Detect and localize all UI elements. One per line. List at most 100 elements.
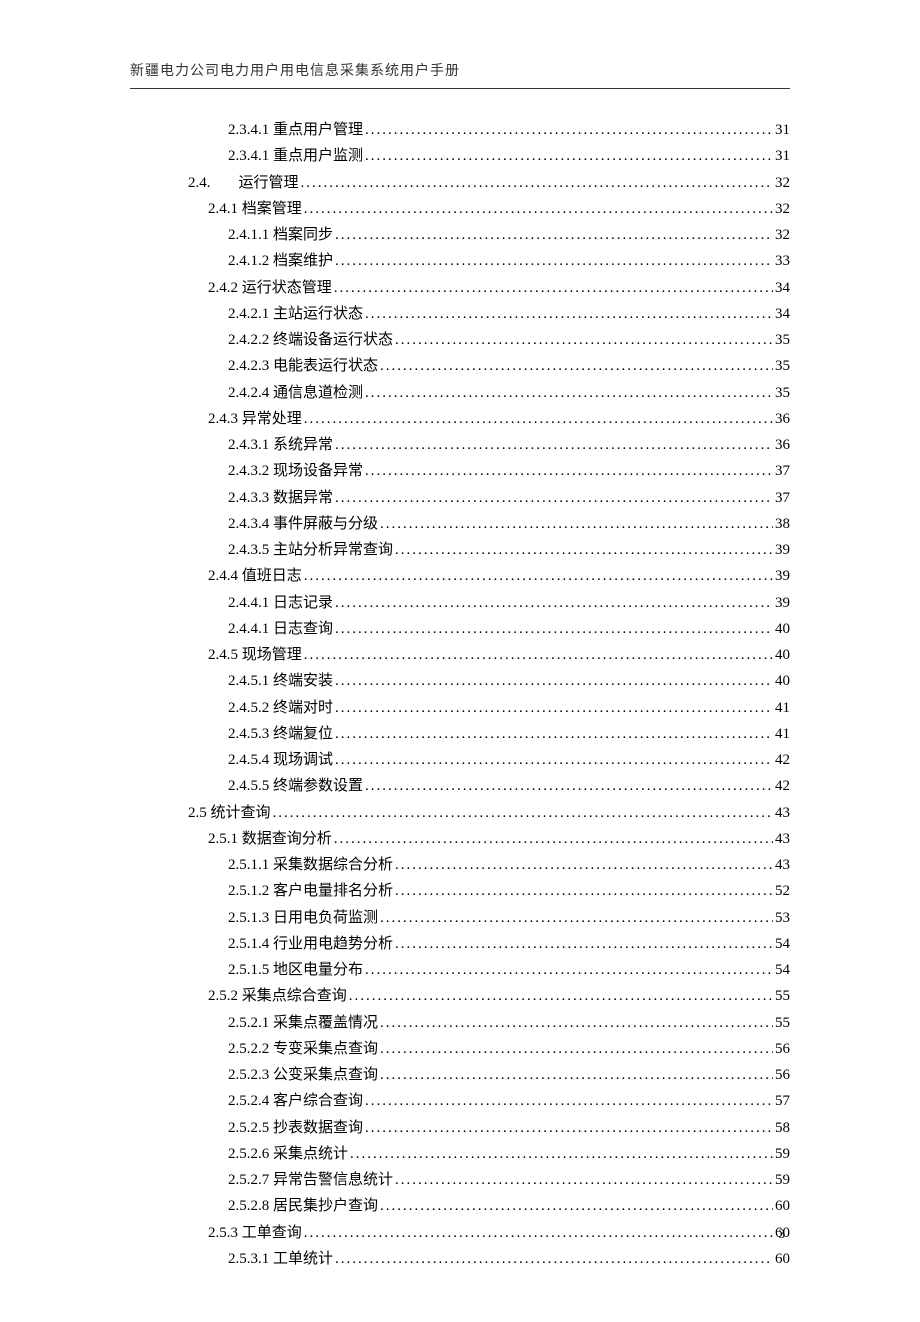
toc-label: 2.4.5.1 终端安装 — [228, 668, 333, 694]
toc-leader-dots — [335, 432, 773, 458]
toc-page-ref: 40 — [775, 668, 790, 694]
toc-entry: 2.5.1 数据查询分析 43 — [130, 826, 790, 852]
toc-label: 2.5.1.4 行业用电趋势分析 — [228, 931, 393, 957]
toc-page-ref: 57 — [775, 1088, 790, 1114]
toc-label: 2.5.2.2 专变采集点查询 — [228, 1036, 378, 1062]
toc-entry: 2.4.3.3 数据异常37 — [130, 485, 790, 511]
toc-label: 2.4.2.3 电能表运行状态 — [228, 353, 378, 379]
toc-leader-dots — [395, 327, 773, 353]
toc-leader-dots — [380, 1062, 773, 1088]
toc-entry: 2.4.5.2 终端对时 41 — [130, 695, 790, 721]
toc-entry: 2.4.5.4 现场调试42 — [130, 747, 790, 773]
toc-entry: 2.4.2.2 终端设备运行状态35 — [130, 327, 790, 353]
toc-page-ref: 43 — [775, 800, 790, 826]
toc-label: 2.5.1.5 地区电量分布 — [228, 957, 363, 983]
toc-page-ref: 39 — [775, 537, 790, 563]
page-number: 3 — [779, 1226, 786, 1242]
toc-label: 2.4.3.4 事件屏蔽与分级 — [228, 511, 378, 537]
toc-label: 2.4.2.1 主站运行状态 — [228, 301, 363, 327]
toc-leader-dots — [380, 1193, 773, 1219]
toc-label: 2.4.3.1 系统异常 — [228, 432, 333, 458]
toc-leader-dots — [334, 826, 773, 852]
toc-page-ref: 34 — [775, 275, 790, 301]
toc-label: 2.4.5 现场管理 — [208, 642, 302, 668]
toc-entry: 2.5.1.5 地区电量分布 54 — [130, 957, 790, 983]
toc-entry: 2.5.2.6 采集点统计59 — [130, 1141, 790, 1167]
toc-section-number: 2.4. — [130, 170, 239, 196]
toc-page-ref: 41 — [775, 721, 790, 747]
toc-label: 2.4.5.2 终端对时 — [228, 695, 333, 721]
toc-leader-dots — [395, 878, 773, 904]
toc-label: 2.4.1.1 档案同步 — [228, 222, 333, 248]
toc-entry: 2.4.5 现场管理40 — [130, 642, 790, 668]
toc-label: 2.5.2.3 公变采集点查询 — [228, 1062, 378, 1088]
toc-page-ref: 53 — [775, 905, 790, 931]
toc-entry: 2.5.2.2 专变采集点查询 56 — [130, 1036, 790, 1062]
toc-entry: 2.4.5.5 终端参数设置42 — [130, 773, 790, 799]
toc-leader-dots — [380, 1036, 773, 1062]
toc-label: 2.5.1.3 日用电负荷监测 — [228, 905, 378, 931]
toc-label: 2.5.3 工单查询 — [208, 1220, 302, 1246]
toc-leader-dots — [301, 170, 773, 196]
toc-leader-dots — [350, 1141, 773, 1167]
toc-entry: 2.4.1.1 档案同步32 — [130, 222, 790, 248]
toc-leader-dots — [335, 616, 773, 642]
toc-leader-dots — [365, 143, 773, 169]
toc-leader-dots — [304, 642, 773, 668]
toc-page-ref: 54 — [775, 957, 790, 983]
toc-entry: 2.3.4.1 重点用户管理31 — [130, 117, 790, 143]
toc-label: 2.5.1.1 采集数据综合分析 — [228, 852, 393, 878]
toc-label: 2.5.3.1 工单统计 — [228, 1246, 333, 1272]
toc-page-ref: 56 — [775, 1036, 790, 1062]
toc-label: 2.4.3 异常处理 — [208, 406, 302, 432]
toc-leader-dots — [335, 668, 773, 694]
toc-entry: 2.3.4.1 重点用户监测31 — [130, 143, 790, 169]
toc-entry: 2.5.3.1 工单统计60 — [130, 1246, 790, 1272]
toc-leader-dots — [365, 117, 773, 143]
toc-entry: 2.4.2 运行状态管理 34 — [130, 275, 790, 301]
toc-entry: 2.5.1.1 采集数据综合分析43 — [130, 852, 790, 878]
toc-label: 2.3.4.1 重点用户管理 — [228, 117, 363, 143]
toc-leader-dots — [395, 537, 773, 563]
toc-page-ref: 58 — [775, 1115, 790, 1141]
toc-leader-dots — [365, 773, 773, 799]
toc-label: 2.4.1.2 档案维护 — [228, 248, 333, 274]
toc-label: 2.5.1 数据查询分析 — [208, 826, 332, 852]
toc-leader-dots — [380, 905, 773, 931]
toc-page-ref: 41 — [775, 695, 790, 721]
table-of-contents: 2.3.4.1 重点用户管理312.3.4.1 重点用户监测312.4.运行管理… — [130, 117, 790, 1272]
toc-entry: 2.4.4.1 日志记录39 — [130, 590, 790, 616]
toc-entry: 2.4.1 档案管理32 — [130, 196, 790, 222]
toc-leader-dots — [395, 1167, 773, 1193]
toc-entry: 2.5 统计查询43 — [130, 800, 790, 826]
toc-label: 2.4.2 运行状态管理 — [208, 275, 332, 301]
toc-page-ref: 56 — [775, 1062, 790, 1088]
toc-leader-dots — [335, 590, 773, 616]
toc-page-ref: 32 — [775, 196, 790, 222]
toc-entry: 2.4.2.1 主站运行状态34 — [130, 301, 790, 327]
toc-page-ref: 35 — [775, 380, 790, 406]
toc-entry: 2.4.5.1 终端安装 40 — [130, 668, 790, 694]
toc-label: 2.4.2.2 终端设备运行状态 — [228, 327, 393, 353]
toc-leader-dots — [380, 1010, 773, 1036]
toc-page-ref: 43 — [775, 826, 790, 852]
toc-entry: 2.4.5.3 终端复位41 — [130, 721, 790, 747]
toc-leader-dots — [335, 721, 773, 747]
toc-leader-dots — [273, 800, 773, 826]
toc-page-ref: 33 — [775, 248, 790, 274]
toc-page-ref: 52 — [775, 878, 790, 904]
toc-page-ref: 59 — [775, 1141, 790, 1167]
toc-entry: 2.4.3.1 系统异常36 — [130, 432, 790, 458]
toc-page-ref: 39 — [775, 563, 790, 589]
toc-page-ref: 59 — [775, 1167, 790, 1193]
toc-leader-dots — [395, 931, 773, 957]
toc-leader-dots — [395, 852, 773, 878]
toc-page-ref: 32 — [775, 170, 790, 196]
toc-entry: 2.5.1.3 日用电负荷监测 53 — [130, 905, 790, 931]
toc-page-ref: 42 — [775, 747, 790, 773]
toc-page-ref: 36 — [775, 406, 790, 432]
toc-label: 2.5.2.1 采集点覆盖情况 — [228, 1010, 378, 1036]
toc-page-ref: 55 — [775, 983, 790, 1009]
toc-page-ref: 35 — [775, 353, 790, 379]
toc-entry: 2.4.1.2 档案维护 33 — [130, 248, 790, 274]
